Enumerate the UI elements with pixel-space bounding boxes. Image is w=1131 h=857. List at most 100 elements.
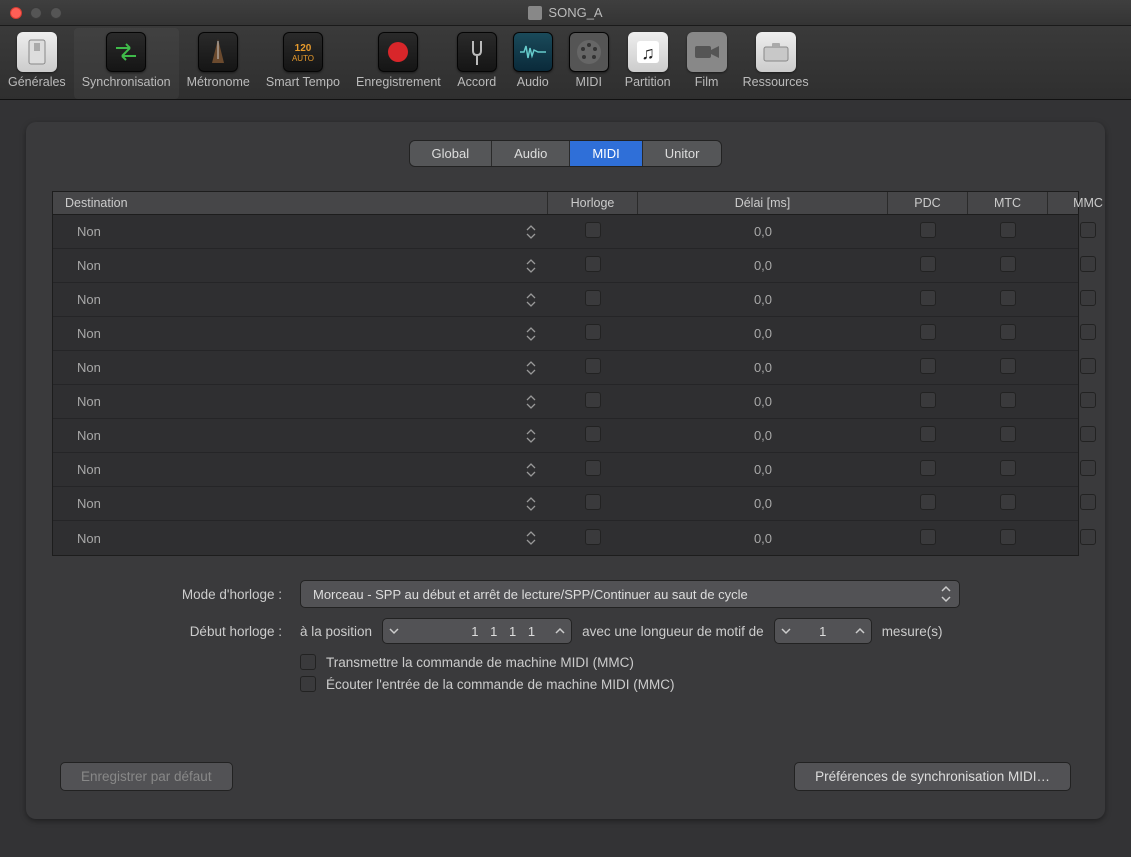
delai-cell[interactable]: 0,0 (638, 462, 888, 477)
delai-cell[interactable]: 0,0 (638, 496, 888, 511)
tab-metronome[interactable]: Métronome (179, 28, 258, 99)
destination-cell[interactable]: Non (53, 428, 548, 443)
tab-audio[interactable]: Audio (505, 28, 561, 99)
tab-ressources[interactable]: Ressources (735, 28, 817, 99)
mtc-checkbox[interactable] (1000, 426, 1016, 442)
subtab-midi[interactable]: MIDI (570, 141, 642, 166)
updown-icon[interactable] (522, 429, 540, 443)
horloge-checkbox[interactable] (585, 358, 601, 374)
mtc-checkbox[interactable] (1000, 460, 1016, 476)
destination-cell[interactable]: Non (53, 531, 548, 546)
transmit-mmc-checkbox[interactable] (300, 654, 316, 670)
pdc-checkbox[interactable] (920, 426, 936, 442)
delai-cell[interactable]: 0,0 (638, 292, 888, 307)
mtc-checkbox[interactable] (1000, 494, 1016, 510)
tab-synchronisation[interactable]: Synchronisation (74, 28, 179, 99)
subtab-audio[interactable]: Audio (492, 141, 570, 166)
destination-cell[interactable]: Non (53, 462, 548, 477)
horloge-checkbox[interactable] (585, 529, 601, 545)
subtab-global[interactable]: Global (410, 141, 493, 166)
chevron-down-icon[interactable] (383, 626, 405, 636)
delai-cell[interactable]: 0,0 (638, 258, 888, 273)
delai-cell[interactable]: 0,0 (638, 428, 888, 443)
horloge-checkbox[interactable] (585, 222, 601, 238)
mtc-checkbox[interactable] (1000, 358, 1016, 374)
updown-icon[interactable] (522, 259, 540, 273)
destination-cell[interactable]: Non (53, 292, 548, 307)
mtc-checkbox[interactable] (1000, 222, 1016, 238)
mtc-checkbox[interactable] (1000, 324, 1016, 340)
horloge-checkbox[interactable] (585, 290, 601, 306)
subtab-unitor[interactable]: Unitor (643, 141, 722, 166)
delai-cell[interactable]: 0,0 (638, 531, 888, 546)
destination-cell[interactable]: Non (53, 224, 548, 239)
position-stepper[interactable]: 1 1 1 1 (382, 618, 572, 644)
mtc-checkbox[interactable] (1000, 392, 1016, 408)
mmc-checkbox[interactable] (1080, 358, 1096, 374)
updown-icon[interactable] (522, 395, 540, 409)
horloge-checkbox[interactable] (585, 494, 601, 510)
tab-smart-tempo[interactable]: 120AUTO Smart Tempo (258, 28, 348, 99)
updown-icon[interactable] (522, 361, 540, 375)
pdc-checkbox[interactable] (920, 222, 936, 238)
mmc-checkbox[interactable] (1080, 460, 1096, 476)
tab-film[interactable]: Film (679, 28, 735, 99)
updown-icon[interactable] (522, 463, 540, 477)
pdc-checkbox[interactable] (920, 256, 936, 272)
chevron-down-icon[interactable] (775, 626, 797, 636)
listen-mmc-checkbox[interactable] (300, 676, 316, 692)
chevron-up-icon[interactable] (549, 626, 571, 636)
chevron-up-icon[interactable] (849, 626, 871, 636)
horloge-checkbox[interactable] (585, 324, 601, 340)
tab-generales[interactable]: Générales (0, 28, 74, 99)
delai-cell[interactable]: 0,0 (638, 326, 888, 341)
updown-icon[interactable] (522, 531, 540, 545)
destination-value: Non (77, 258, 101, 273)
subtab-segment: Global Audio MIDI Unitor (409, 140, 723, 167)
pdc-checkbox[interactable] (920, 392, 936, 408)
pdc-checkbox[interactable] (920, 494, 936, 510)
mmc-checkbox[interactable] (1080, 494, 1096, 510)
pdc-checkbox[interactable] (920, 529, 936, 545)
mmc-checkbox[interactable] (1080, 256, 1096, 272)
mmc-checkbox[interactable] (1080, 324, 1096, 340)
tab-accord[interactable]: Accord (449, 28, 505, 99)
updown-icon[interactable] (522, 225, 540, 239)
midi-sync-prefs-button[interactable]: Préférences de synchronisation MIDI… (794, 762, 1071, 791)
pdc-checkbox[interactable] (920, 460, 936, 476)
pdc-checkbox[interactable] (920, 358, 936, 374)
pdc-checkbox[interactable] (920, 290, 936, 306)
horloge-checkbox[interactable] (585, 426, 601, 442)
mmc-checkbox[interactable] (1080, 426, 1096, 442)
destination-cell[interactable]: Non (53, 394, 548, 409)
horloge-checkbox[interactable] (585, 256, 601, 272)
mmc-checkbox[interactable] (1080, 392, 1096, 408)
delai-cell[interactable]: 0,0 (638, 360, 888, 375)
mtc-checkbox[interactable] (1000, 290, 1016, 306)
destination-cell[interactable]: Non (53, 326, 548, 341)
delai-cell[interactable]: 0,0 (638, 224, 888, 239)
delai-cell[interactable]: 0,0 (638, 394, 888, 409)
titlebar: SONG_A (0, 0, 1131, 26)
horloge-checkbox[interactable] (585, 460, 601, 476)
updown-icon[interactable] (522, 497, 540, 511)
clock-mode-select[interactable]: Morceau - SPP au début et arrêt de lectu… (300, 580, 960, 608)
tab-partition[interactable]: ♫ Partition (617, 28, 679, 99)
horloge-checkbox[interactable] (585, 392, 601, 408)
save-default-button[interactable]: Enregistrer par défaut (60, 762, 233, 791)
destination-cell[interactable]: Non (53, 360, 548, 375)
updown-icon[interactable] (522, 327, 540, 341)
mmc-checkbox[interactable] (1080, 222, 1096, 238)
tab-enregistrement[interactable]: Enregistrement (348, 28, 449, 99)
updown-icon[interactable] (522, 293, 540, 307)
pdc-checkbox[interactable] (920, 324, 936, 340)
mtc-checkbox[interactable] (1000, 256, 1016, 272)
destination-cell[interactable]: Non (53, 258, 548, 273)
destination-cell[interactable]: Non (53, 496, 548, 511)
mtc-checkbox[interactable] (1000, 529, 1016, 545)
tab-midi[interactable]: MIDI (561, 28, 617, 99)
length-stepper[interactable]: 1 (774, 618, 872, 644)
mmc-checkbox[interactable] (1080, 529, 1096, 545)
document-icon (528, 6, 542, 20)
mmc-checkbox[interactable] (1080, 290, 1096, 306)
